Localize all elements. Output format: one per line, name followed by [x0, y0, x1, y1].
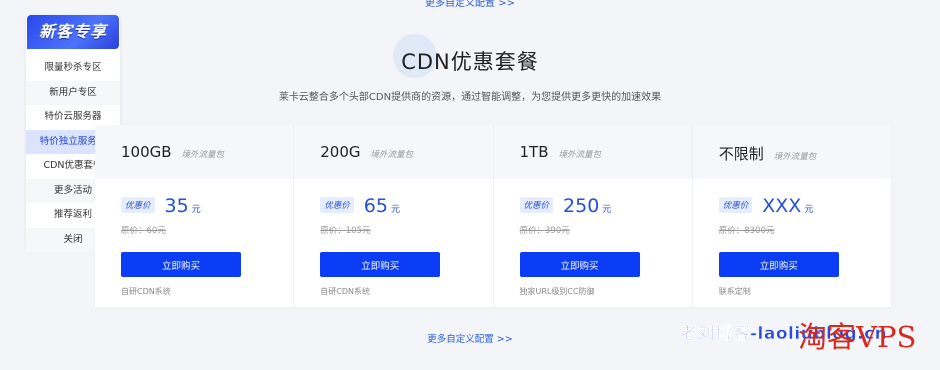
plan-header: 1TB 境外流量包: [493, 125, 692, 179]
price-unit: 元: [804, 205, 814, 215]
price-row: 优惠价 65 元: [320, 195, 400, 217]
plan-name-wrap: 200G 境外流量包: [320, 143, 413, 161]
plan-note: 独家URL级别CC防御: [519, 287, 595, 296]
plan-note: 自研CDN系统: [121, 287, 171, 296]
original-price: 原价：8300元: [718, 226, 775, 236]
plan-name-wrap: 不限制 境外流量包: [719, 143, 817, 164]
plan-name: 1TB: [519, 143, 549, 161]
discount-badge: 优惠价: [121, 197, 155, 213]
plan-note: 联系定制: [718, 287, 751, 296]
original-price: 原价：60元: [121, 226, 166, 236]
buy-now-button[interactable]: 立即购买: [121, 252, 241, 277]
plan-price: 65: [363, 195, 388, 217]
promo-item-flash-sale[interactable]: 限量秒杀专区: [26, 56, 120, 81]
discount-badge: 优惠价: [320, 197, 354, 213]
price-unit: 元: [602, 205, 612, 215]
plan-name: 不限制: [718, 145, 764, 163]
buy-now-button[interactable]: 立即购买: [519, 252, 640, 277]
page-title: CDN优惠套餐: [401, 50, 539, 74]
discount-badge: 优惠价: [718, 197, 753, 213]
plan-tag: 境外流量包: [181, 150, 225, 160]
plan-price: 250: [563, 195, 600, 217]
original-price: 原价：105元: [320, 226, 371, 236]
plan-price: XXX: [762, 195, 802, 217]
plan-header: 100GB 境外流量包: [95, 125, 294, 179]
original-price: 原价：390元: [519, 226, 570, 236]
price-unit: 元: [191, 205, 201, 215]
top-more-config-link[interactable]: 更多自定义配置 >>: [0, 0, 940, 9]
promo-item-new-user[interactable]: 新用户专区: [26, 80, 120, 105]
plan-header: 200G 境外流量包: [294, 125, 493, 179]
buy-now-button[interactable]: 立即购买: [718, 252, 839, 277]
page-subtitle: 莱卡云整合多个头部CDN提供商的资源，通过智能调整，为您提供更多更快的加速效果: [278, 92, 662, 103]
buy-now-button[interactable]: 立即购买: [320, 252, 441, 277]
discount-badge: 优惠价: [519, 197, 554, 213]
plan-tag: 境外流量包: [370, 150, 414, 160]
plan-name-wrap: 1TB 境外流量包: [520, 143, 602, 161]
plan-card: 200G 境外流量包 优惠价 65 元 原价：105元 立即购买 自研CDN系统: [294, 125, 494, 307]
plan-card: 不限制 境外流量包 优惠价 XXX 元 原价：8300元 立即购买 联系定制: [692, 125, 891, 307]
plan-card: 100GB 境外流量包 优惠价 35 元 原价：60元 立即购买 自研CDN系统: [95, 125, 295, 307]
plan-note: 自研CDN系统: [320, 287, 370, 296]
watermark-vps: 淘客VPS: [798, 320, 917, 354]
plan-name: 100GB: [121, 143, 172, 161]
price-row: 优惠价 250 元: [519, 195, 612, 217]
price-row: 优惠价 35 元: [121, 195, 201, 217]
plan-price: 35: [164, 195, 189, 217]
price-unit: 元: [390, 205, 400, 215]
price-row: 优惠价 XXX 元: [718, 195, 814, 217]
promo-title[interactable]: 新客专享: [27, 15, 119, 49]
plan-tag: 境外流量包: [773, 152, 817, 162]
plans-panel: 100GB 境外流量包 优惠价 35 元 原价：60元 立即购买 自研CDN系统 …: [95, 125, 891, 307]
plan-header: 不限制 境外流量包: [692, 125, 891, 179]
plan-name: 200G: [320, 143, 361, 161]
plan-tag: 境外流量包: [558, 150, 602, 160]
plan-name-wrap: 100GB 境外流量包: [121, 143, 224, 161]
plan-card: 1TB 境外流量包 优惠价 250 元 原价：390元 立即购买 独家URL级别C…: [493, 125, 693, 307]
